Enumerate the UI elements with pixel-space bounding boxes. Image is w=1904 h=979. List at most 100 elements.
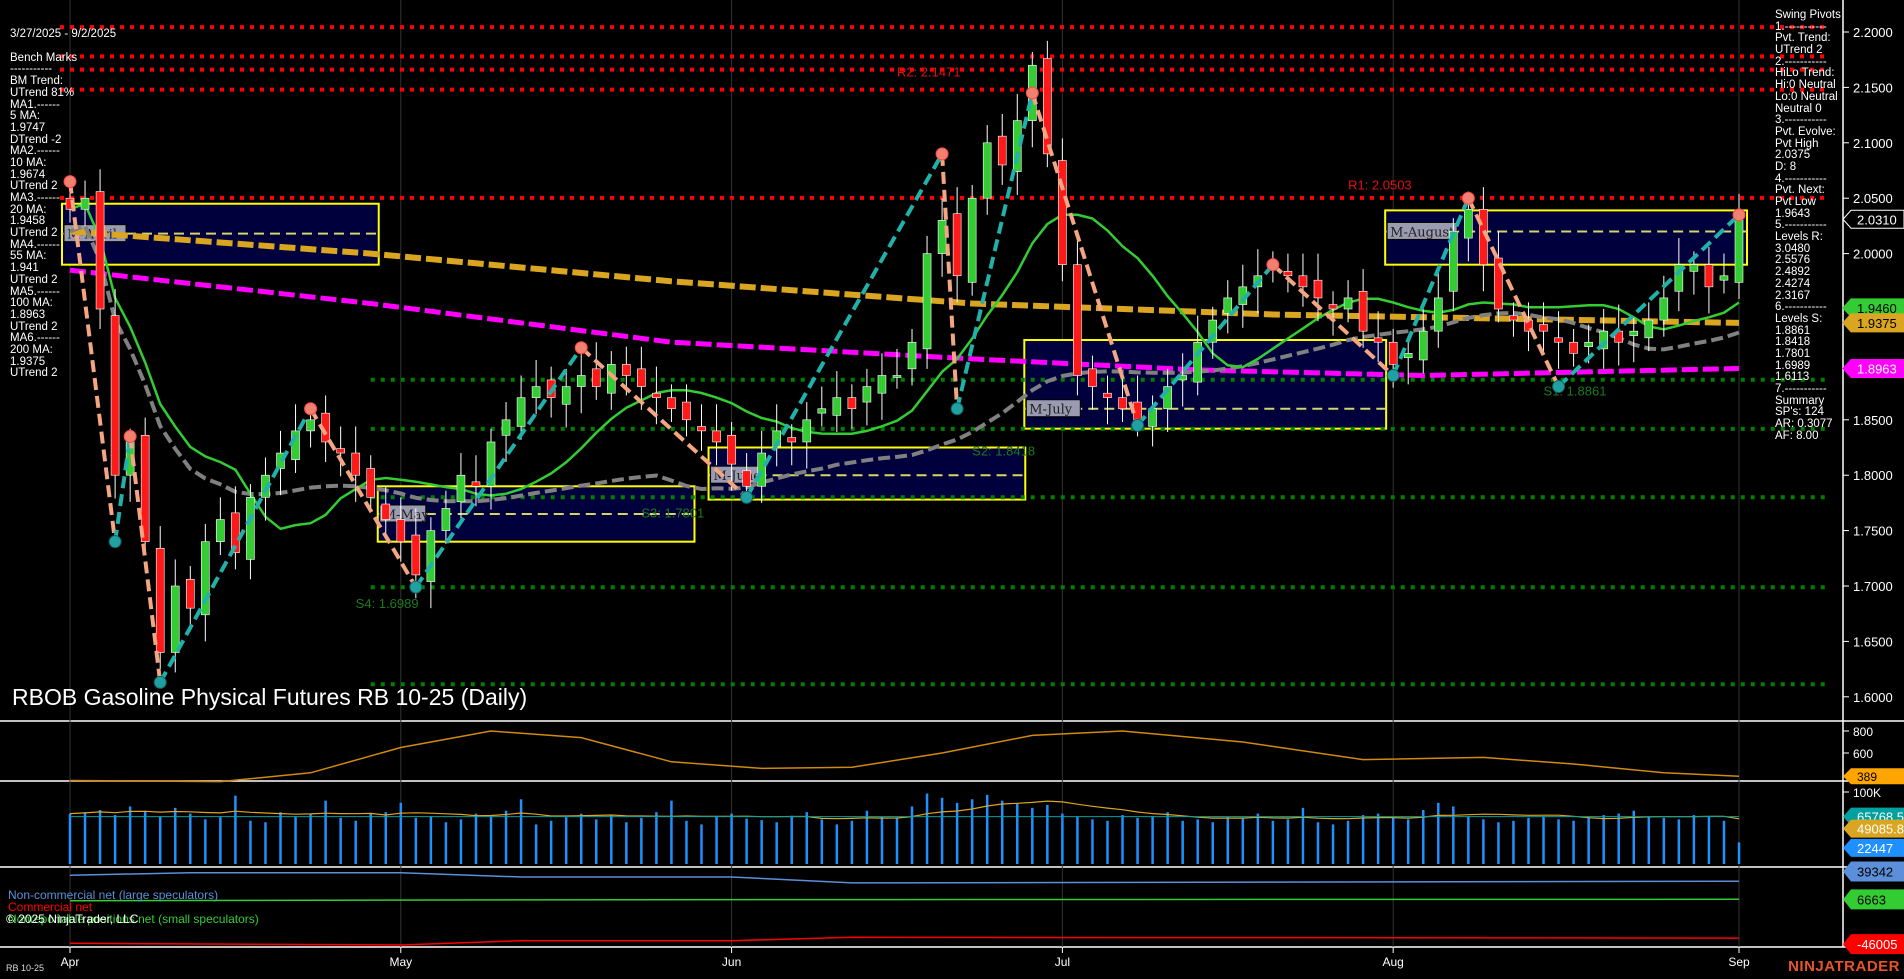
candle-body bbox=[923, 254, 931, 349]
candle-body bbox=[833, 398, 841, 416]
candle-body bbox=[532, 387, 540, 398]
cot-marker-label: 6663 bbox=[1857, 892, 1886, 907]
candle-body bbox=[1509, 316, 1517, 320]
candle-body bbox=[1359, 291, 1367, 331]
candle-body bbox=[1464, 209, 1472, 238]
price-chart[interactable]: AprMayJunJulAugSep2.20002.15002.10002.05… bbox=[0, 0, 1904, 979]
pivot-high-marker bbox=[124, 430, 136, 442]
candle-body bbox=[1314, 280, 1322, 298]
pivot-high-marker bbox=[305, 403, 317, 415]
x-tick-label: Apr bbox=[61, 955, 80, 969]
right_info-line: 7.----------- bbox=[1775, 384, 1841, 396]
y-tick-label: 1.8000 bbox=[1853, 468, 1893, 483]
right_info-line: UTrend 2 bbox=[1775, 45, 1841, 57]
candle-body bbox=[427, 531, 435, 582]
candle-body bbox=[352, 453, 360, 475]
pivot-low-marker bbox=[741, 491, 753, 503]
candle-body bbox=[713, 431, 721, 442]
candle-body bbox=[1735, 220, 1743, 282]
candle-body bbox=[1555, 338, 1563, 342]
level-label: R1: 2.0503 bbox=[1348, 177, 1412, 192]
candle-body bbox=[878, 375, 886, 393]
right_info-line: AF: 8.00 bbox=[1775, 431, 1841, 443]
y-tick-label: 2.2000 bbox=[1853, 25, 1893, 40]
candle-body bbox=[171, 586, 179, 652]
candle-body bbox=[502, 420, 510, 436]
candle-body bbox=[622, 364, 630, 375]
right_info-line: D: 8 bbox=[1775, 162, 1841, 174]
pivot-low-marker bbox=[1387, 369, 1399, 381]
ma100-line bbox=[70, 270, 1739, 375]
x-tick-label: Jun bbox=[722, 955, 741, 969]
y-tick-label: 2.1000 bbox=[1853, 136, 1893, 151]
level-label: R2: 2.1471 bbox=[897, 64, 961, 79]
left_info-line: UTrend 2 bbox=[10, 275, 116, 287]
left_info-line: 1.9747 bbox=[10, 123, 116, 135]
candle-body bbox=[337, 449, 345, 453]
candle-body bbox=[1720, 276, 1728, 280]
candle-body bbox=[1058, 161, 1066, 265]
volume-marker-label: 49085.88 bbox=[1857, 822, 1904, 837]
volume-average-line bbox=[70, 801, 1739, 819]
x-tick-label: Sep bbox=[1728, 955, 1750, 969]
candle-body bbox=[1043, 59, 1051, 154]
price-marker-label: 2.0310 bbox=[1857, 212, 1897, 227]
candle-body bbox=[1705, 265, 1713, 287]
candle-body bbox=[1585, 342, 1593, 346]
x-tick-label: Jul bbox=[1055, 955, 1070, 969]
candle-body bbox=[983, 143, 991, 198]
candle-body bbox=[457, 475, 465, 502]
y-tick-label: 2.1500 bbox=[1853, 80, 1893, 95]
candle-body bbox=[1540, 325, 1548, 332]
volume-marker-label: 22447 bbox=[1857, 841, 1893, 856]
candle-body bbox=[412, 535, 420, 575]
candle-body bbox=[1404, 353, 1412, 357]
pivot-low-marker bbox=[1132, 419, 1144, 431]
pivot-low-marker bbox=[410, 581, 422, 593]
pivot-high-marker bbox=[1462, 192, 1474, 204]
right_info-line: Levels R: bbox=[1775, 232, 1841, 244]
candle-body bbox=[1630, 331, 1638, 335]
right_info-line: AR: 0.3077 bbox=[1775, 419, 1841, 431]
candle-body bbox=[186, 579, 194, 608]
left_info-line: 200 MA: bbox=[10, 345, 116, 357]
candle-body bbox=[472, 482, 480, 486]
price-marker-label: 1.9375 bbox=[1857, 316, 1897, 331]
candle-body bbox=[367, 469, 375, 498]
candle-body bbox=[682, 402, 690, 420]
candle-body bbox=[848, 398, 856, 409]
left_info-line: 10 MA: bbox=[10, 158, 116, 170]
candle-body bbox=[1660, 298, 1668, 320]
candle-body bbox=[818, 409, 826, 413]
cot-marker-label: -46005 bbox=[1857, 937, 1897, 952]
copyright: © 2025 NinjaTrader, LLC bbox=[6, 912, 138, 926]
pivot-high-marker bbox=[1733, 209, 1745, 221]
candle-body bbox=[1645, 320, 1653, 338]
level-label: S3: 1.7801 bbox=[641, 505, 704, 520]
candle-body bbox=[1374, 338, 1382, 342]
ninjatrader-logo: NINJATRADER bbox=[1788, 958, 1900, 975]
candle-body bbox=[728, 435, 736, 464]
candle-body bbox=[562, 387, 570, 405]
left_info-line: 1.8963 bbox=[10, 310, 116, 322]
candle-body bbox=[968, 198, 976, 282]
right_info-line: Swing Pivots bbox=[1775, 10, 1841, 22]
pivot-low-marker bbox=[109, 536, 121, 548]
month-box-label: M-July bbox=[1029, 403, 1072, 418]
cot-line bbox=[70, 937, 1739, 945]
candle-body bbox=[863, 387, 871, 403]
candle-body bbox=[1284, 271, 1292, 275]
candle-body bbox=[1299, 276, 1307, 287]
price-marker-label: 1.8963 bbox=[1857, 361, 1897, 376]
right_info-line: Pvt Low bbox=[1775, 197, 1841, 209]
candle-body bbox=[1570, 342, 1578, 353]
candle-body bbox=[743, 471, 751, 487]
bench-marks-panel: 3/27/2025 - 9/2/2025 Bench Marks--------… bbox=[10, 6, 116, 380]
candle-body bbox=[1419, 331, 1427, 360]
y-tick-label: 2.0000 bbox=[1853, 247, 1893, 262]
candle-body bbox=[577, 375, 585, 386]
volume-tick-label: 100K bbox=[1853, 786, 1881, 800]
month-box-label: M-August bbox=[1390, 225, 1455, 240]
candle-body bbox=[1088, 369, 1096, 387]
candle-body bbox=[652, 393, 660, 397]
